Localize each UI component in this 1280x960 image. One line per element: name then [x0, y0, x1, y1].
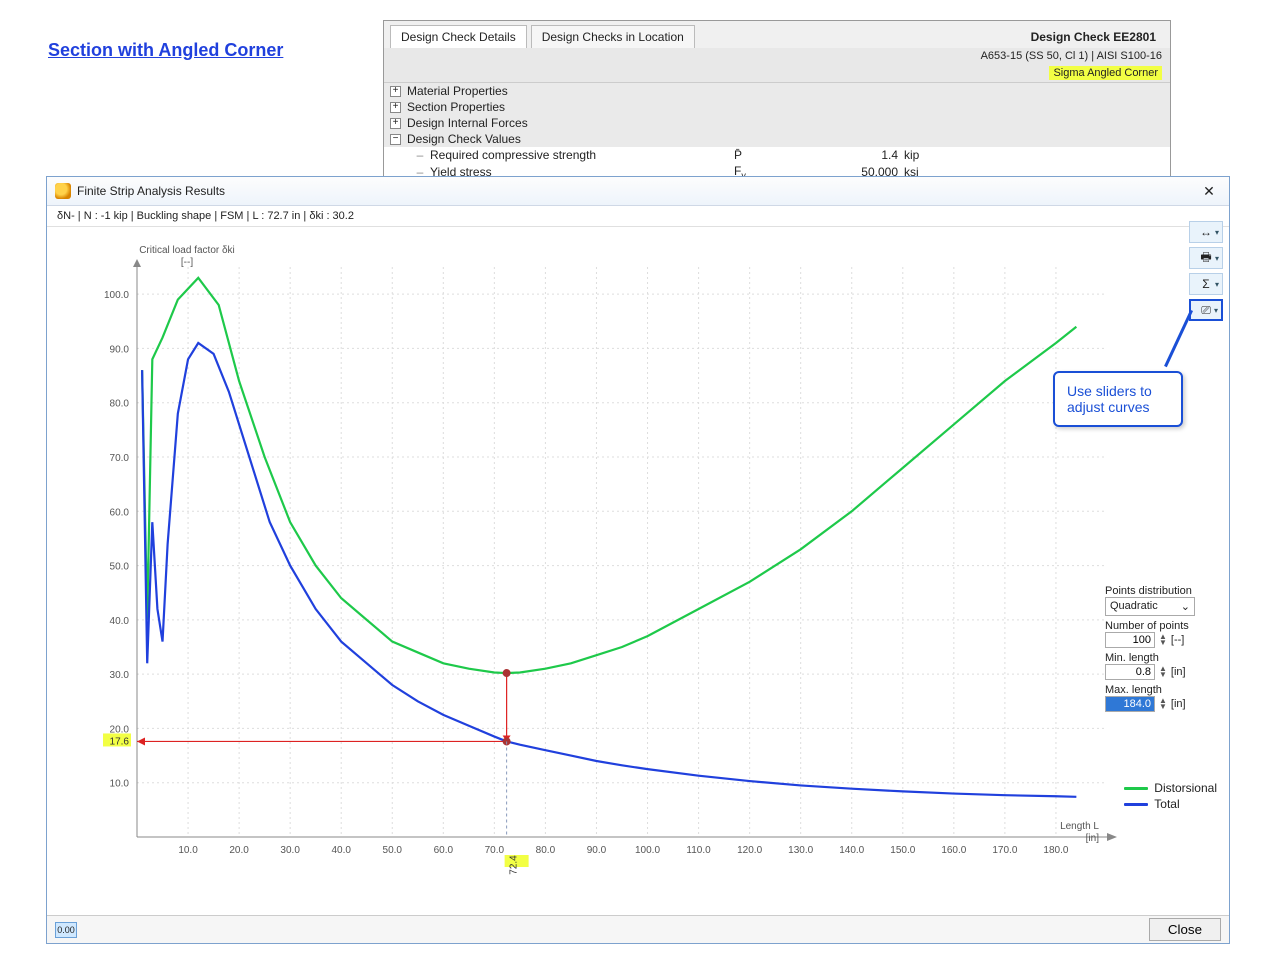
max-length-input[interactable] — [1105, 696, 1155, 712]
row-symbol: P̄ — [734, 148, 784, 162]
results-subtitle: δN- | N : -1 kip | Buckling shape | FSM … — [47, 206, 1229, 227]
design-check-id: Design Check EE2801 — [1031, 30, 1164, 44]
svg-text:30.0: 30.0 — [110, 670, 130, 681]
results-footer: 0.00 Close — [47, 915, 1229, 943]
svg-text:100.0: 100.0 — [635, 845, 660, 856]
close-icon[interactable]: ✕ — [1197, 181, 1221, 201]
tool-sigma-icon[interactable]: Σ▾ — [1189, 273, 1223, 295]
chart-toolstrip: ↔▾ 🖶▾ Σ▾ ⎚▾ — [1189, 221, 1223, 321]
svg-text:10.0: 10.0 — [178, 845, 198, 856]
stepper-icon[interactable]: ▲▼ — [1159, 634, 1167, 646]
expand-icon[interactable]: + — [390, 102, 401, 113]
code-reference: A653-15 (SS 50, Cl 1) | AISI S100-16 — [981, 50, 1162, 62]
svg-text:[in]: [in] — [1086, 833, 1100, 844]
tool-print-icon[interactable]: 🖶▾ — [1189, 247, 1223, 269]
svg-text:70.0: 70.0 — [485, 845, 505, 856]
svg-text:80.0: 80.0 — [110, 399, 130, 410]
legend-swatch-icon — [1124, 803, 1148, 806]
page-title-link[interactable]: Section with Angled Corner — [48, 40, 283, 61]
tab-design-check-details[interactable]: Design Check Details — [390, 25, 527, 48]
design-value-row[interactable]: –Required compressive strengthP̄1.4kip — [384, 147, 1170, 163]
group-material-properties[interactable]: + Material Properties — [384, 83, 1170, 99]
svg-text:70.0: 70.0 — [110, 453, 130, 464]
svg-text:10.0: 10.0 — [110, 779, 130, 790]
svg-text:160.0: 160.0 — [941, 845, 966, 856]
svg-text:Length L: Length L — [1060, 821, 1099, 832]
legend-swatch-icon — [1124, 787, 1148, 790]
precision-icon[interactable]: 0.00 — [55, 922, 77, 938]
row-name: –Required compressive strength — [390, 148, 734, 162]
chart-controls: Points distribution Quadratic⌄ Number of… — [1105, 581, 1217, 712]
svg-text:110.0: 110.0 — [686, 845, 711, 856]
points-distribution-label: Points distribution — [1105, 585, 1217, 597]
unit-label: [in] — [1171, 698, 1186, 710]
svg-text:90.0: 90.0 — [587, 845, 607, 856]
row-unit: kip — [904, 148, 964, 162]
callout-tooltip: Use sliders to adjust curves — [1053, 371, 1183, 427]
max-length-label: Max. length — [1105, 684, 1217, 696]
stepper-icon[interactable]: ▲▼ — [1159, 698, 1167, 710]
svg-text:20.0: 20.0 — [229, 845, 249, 856]
number-of-points-input[interactable] — [1105, 632, 1155, 648]
min-length-input[interactable] — [1105, 664, 1155, 680]
buckling-chart: 10.0 20.0 30.0 40.0 50.0 60.0 70.0 80.0 90.0 100.… — [77, 237, 1137, 887]
app-icon — [55, 183, 71, 199]
svg-text:60.0: 60.0 — [434, 845, 454, 856]
tool-sliders-icon[interactable]: ⎚▾ — [1189, 299, 1223, 321]
svg-text:40.0: 40.0 — [110, 616, 130, 627]
svg-text:150.0: 150.0 — [890, 845, 915, 856]
close-button[interactable]: Close — [1149, 918, 1221, 941]
expand-icon[interactable]: + — [390, 86, 401, 97]
section-name: Sigma Angled Corner — [1049, 66, 1162, 80]
tool-axis-icon[interactable]: ↔▾ — [1189, 221, 1223, 243]
svg-text:180.0: 180.0 — [1043, 845, 1068, 856]
svg-text:[--]: [--] — [181, 257, 193, 268]
row-value: 1.4 — [784, 148, 904, 162]
svg-text:17.6: 17.6 — [110, 736, 130, 747]
results-window: Finite Strip Analysis Results ✕ δN- | N … — [46, 176, 1230, 944]
expand-icon[interactable]: + — [390, 118, 401, 129]
group-design-check-values[interactable]: − Design Check Values — [384, 131, 1170, 147]
svg-text:30.0: 30.0 — [280, 845, 300, 856]
number-of-points-label: Number of points — [1105, 620, 1217, 632]
results-window-title: Finite Strip Analysis Results — [77, 184, 225, 198]
unit-label: [in] — [1171, 666, 1186, 678]
unit-label: [--] — [1171, 634, 1184, 646]
results-titlebar: Finite Strip Analysis Results ✕ — [47, 177, 1229, 206]
callout-connector — [1164, 310, 1193, 367]
svg-text:100.0: 100.0 — [104, 290, 129, 301]
chart-legend: Distorsional Total — [1124, 779, 1217, 813]
svg-text:Critical load factor δki: Critical load factor δki — [139, 245, 235, 256]
stepper-icon[interactable]: ▲▼ — [1159, 666, 1167, 678]
svg-text:50.0: 50.0 — [383, 845, 403, 856]
svg-text:40.0: 40.0 — [331, 845, 351, 856]
svg-text:140.0: 140.0 — [839, 845, 864, 856]
group-section-properties[interactable]: + Section Properties — [384, 99, 1170, 115]
svg-text:120.0: 120.0 — [737, 845, 762, 856]
svg-text:72.4: 72.4 — [509, 855, 520, 875]
svg-text:60.0: 60.0 — [110, 507, 130, 518]
svg-text:50.0: 50.0 — [110, 562, 130, 573]
svg-text:170.0: 170.0 — [992, 845, 1017, 856]
points-distribution-select[interactable]: Quadratic⌄ — [1105, 597, 1195, 616]
chart-area: 10.0 20.0 30.0 40.0 50.0 60.0 70.0 80.0 90.0 100.… — [77, 237, 1137, 887]
svg-text:90.0: 90.0 — [110, 344, 130, 355]
min-length-label: Min. length — [1105, 652, 1217, 664]
group-design-internal-forces[interactable]: + Design Internal Forces — [384, 115, 1170, 131]
chevron-down-icon: ⌄ — [1181, 600, 1190, 613]
svg-text:80.0: 80.0 — [536, 845, 556, 856]
svg-text:130.0: 130.0 — [788, 845, 813, 856]
tab-design-checks-location[interactable]: Design Checks in Location — [531, 25, 695, 48]
collapse-icon[interactable]: − — [390, 134, 401, 145]
